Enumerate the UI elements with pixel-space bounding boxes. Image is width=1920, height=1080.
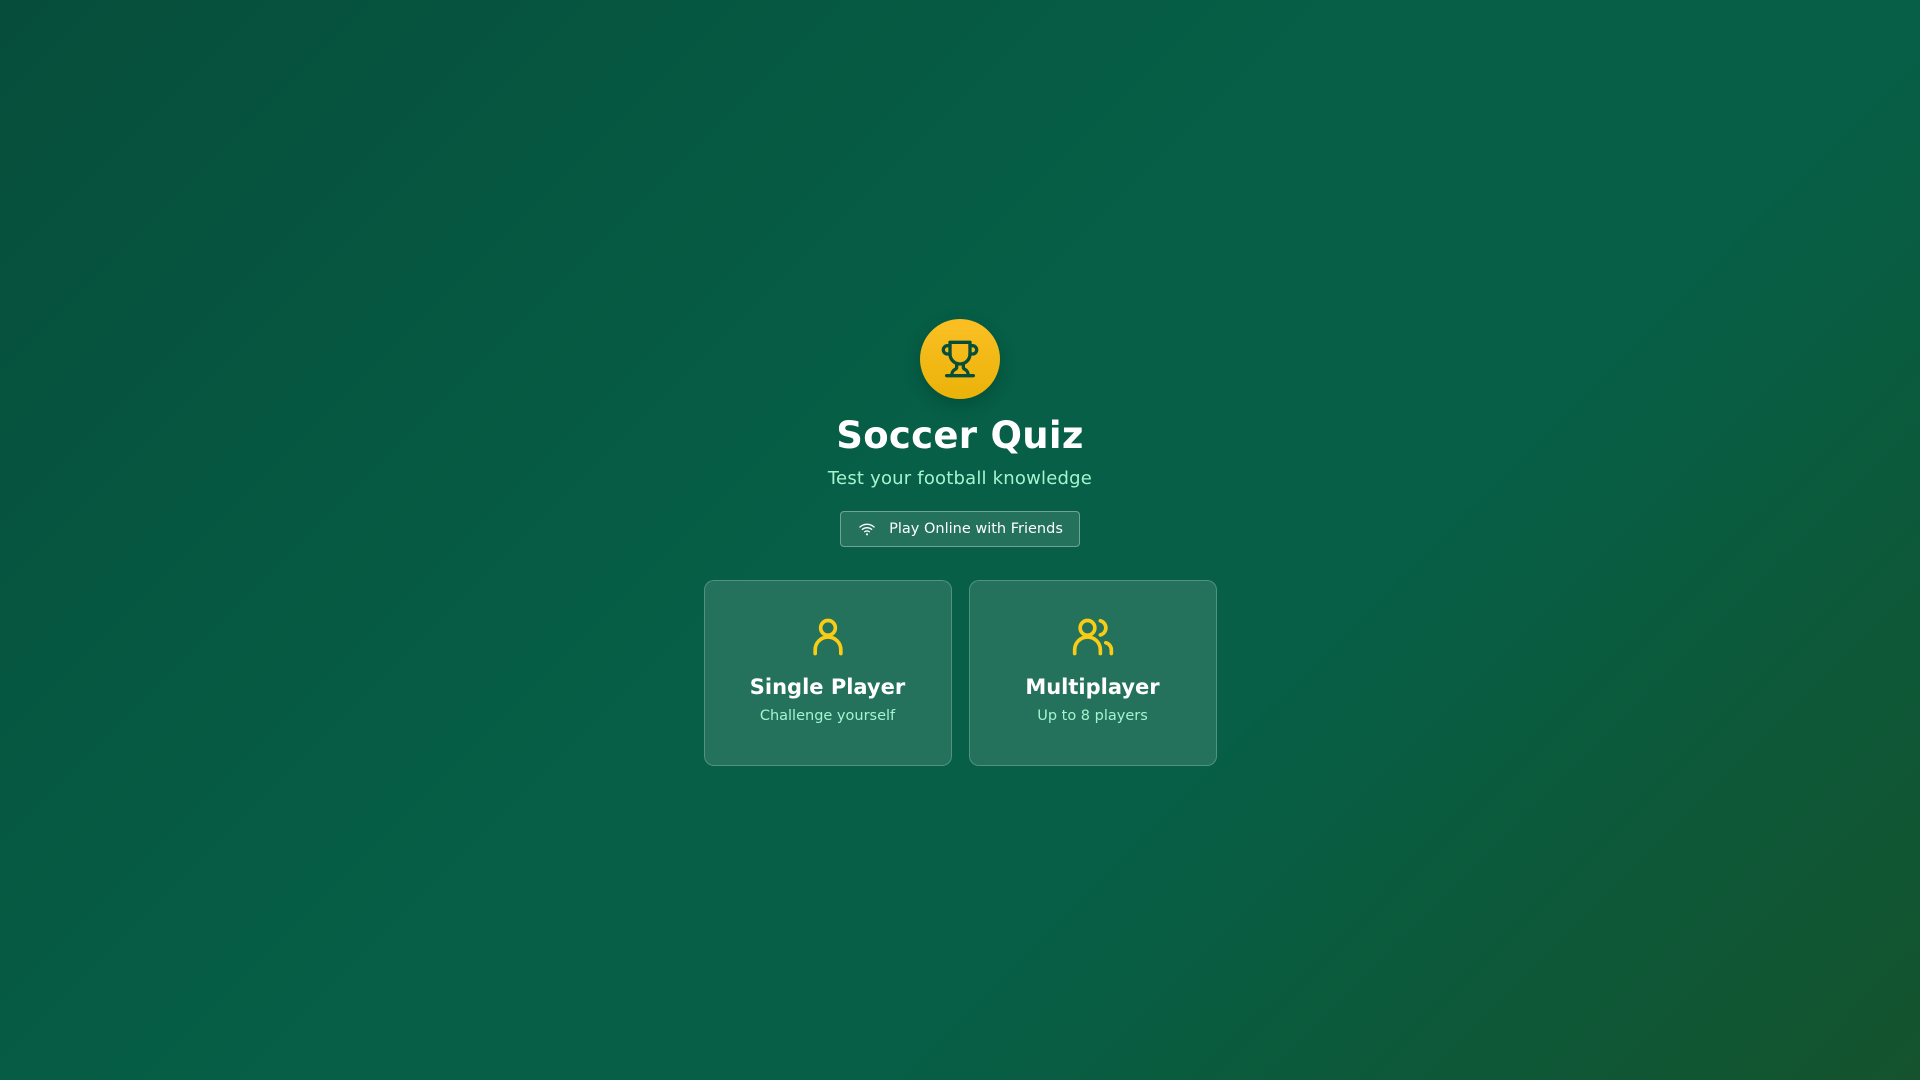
play-online-label: Play Online with Friends — [889, 521, 1063, 537]
single-player-title: Single Player — [749, 675, 906, 699]
main-menu-screen: Soccer Quiz Test your football knowledge… — [0, 0, 1920, 1080]
logo-badge — [920, 319, 1000, 399]
user-icon — [806, 615, 850, 659]
wifi-icon — [859, 521, 875, 537]
play-online-button[interactable]: Play Online with Friends — [840, 511, 1080, 547]
page-subtitle: Test your football knowledge — [827, 468, 1093, 489]
mode-selection: Single Player Challenge yourself Multipl… — [703, 580, 1217, 766]
multiplayer-subtitle: Up to 8 players — [1037, 708, 1148, 724]
trophy-icon — [940, 339, 980, 379]
page-title: Soccer Quiz — [836, 414, 1084, 457]
multiplayer-card[interactable]: Multiplayer Up to 8 players — [968, 580, 1217, 766]
single-player-card[interactable]: Single Player Challenge yourself — [703, 580, 952, 766]
users-icon — [1071, 615, 1115, 659]
single-player-subtitle: Challenge yourself — [759, 708, 896, 724]
menu-content: Soccer Quiz Test your football knowledge… — [0, 319, 1920, 766]
multiplayer-title: Multiplayer — [1025, 675, 1160, 699]
